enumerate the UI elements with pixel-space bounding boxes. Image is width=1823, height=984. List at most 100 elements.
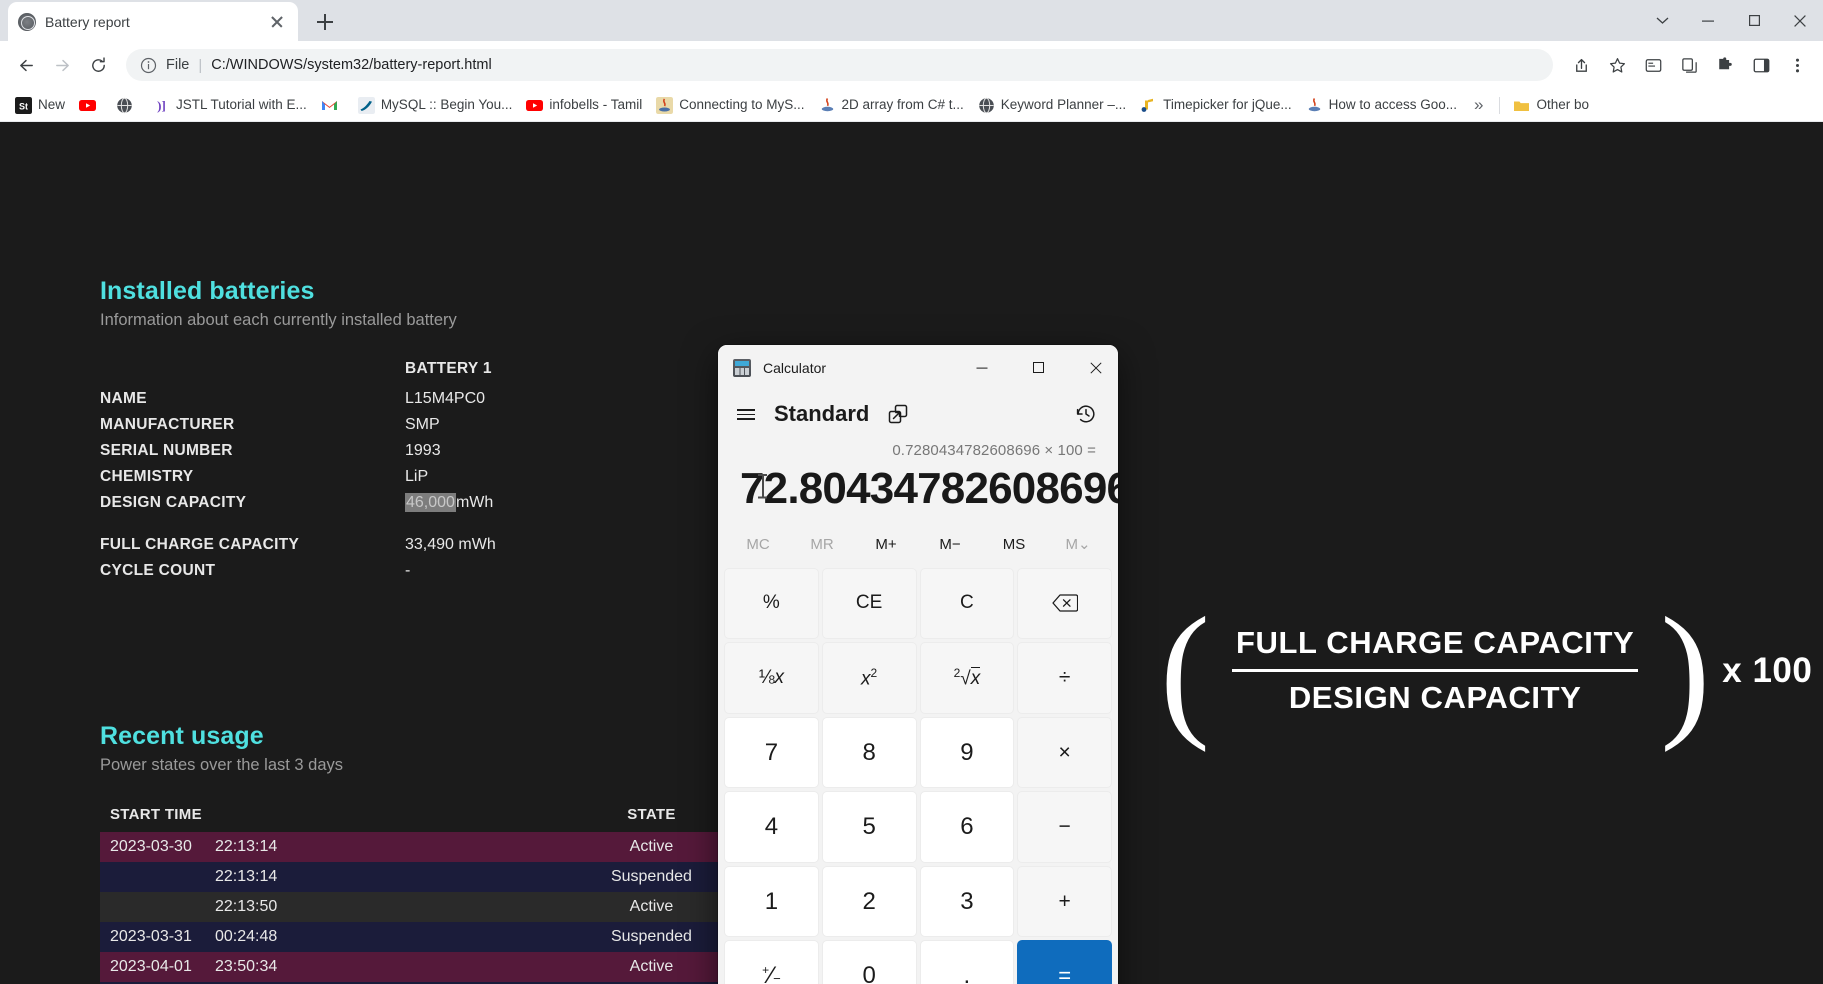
calculator-icon — [733, 359, 751, 377]
clear-button[interactable]: C — [920, 568, 1015, 640]
two-button[interactable]: 2 — [822, 866, 917, 938]
cell-date: 2023-03-31 — [110, 928, 215, 946]
tab-strip: Battery report — [0, 0, 1823, 41]
bookmark-item-keyword-planner[interactable]: Keyword Planner –... — [971, 94, 1133, 117]
open-paren: ( — [1160, 612, 1210, 729]
memory-store-button[interactable]: MS — [982, 525, 1046, 565]
calculator-title-bar[interactable]: Calculator — [718, 345, 1118, 390]
five-button[interactable]: 5 — [822, 791, 917, 863]
new-tab-button[interactable] — [310, 7, 340, 37]
eight-button[interactable]: 8 — [822, 717, 917, 789]
bookmark-item-infobells[interactable]: infobells - Tamil — [519, 94, 649, 117]
multiply-button[interactable]: × — [1017, 717, 1112, 789]
mysql-icon — [358, 97, 375, 114]
menu-dots-icon[interactable] — [1781, 49, 1813, 81]
reciprocal-button[interactable]: ⅛x — [724, 642, 819, 714]
backspace-button[interactable] — [1017, 568, 1112, 640]
bookmark-item-jstl[interactable]: )] JSTL Tutorial with E... — [146, 94, 314, 117]
seven-button[interactable]: 7 — [724, 717, 819, 789]
formula-multiplier: x 100 — [1722, 651, 1812, 691]
percent-button[interactable]: % — [724, 568, 819, 640]
clear-entry-button[interactable]: CE — [822, 568, 917, 640]
calculator-window-title: Calculator — [763, 360, 947, 376]
bookmark-item-new[interactable]: St New — [8, 94, 72, 117]
four-button[interactable]: 4 — [724, 791, 819, 863]
bookmark-item-mysql[interactable]: MySQL :: Begin You... — [351, 94, 520, 117]
bookmark-item-gmail[interactable] — [314, 94, 351, 117]
forward-arrow-icon[interactable] — [46, 49, 78, 81]
bookmark-item-2d-array[interactable]: 2D array from C# t... — [812, 94, 971, 117]
row-value: 46,000mWh — [405, 490, 496, 516]
minimize-icon[interactable] — [1685, 0, 1731, 41]
nine-button[interactable]: 9 — [920, 717, 1015, 789]
battery-column-header: BATTERY 1 — [405, 356, 496, 386]
java-icon — [819, 97, 836, 114]
subtract-button[interactable]: − — [1017, 791, 1112, 863]
copy-icon[interactable] — [1673, 49, 1705, 81]
table-row: BATTERY 1 — [100, 356, 496, 386]
cell-time: 22:13:14 — [215, 838, 277, 855]
maximize-icon[interactable] — [1731, 0, 1777, 41]
reading-list-icon[interactable] — [1637, 49, 1669, 81]
row-value: LiP — [405, 464, 496, 490]
bookmark-item-timepicker[interactable]: Timepicker for jQue... — [1133, 94, 1299, 117]
zero-button[interactable]: 0 — [822, 940, 917, 984]
square-root-button[interactable]: 2√x — [920, 642, 1015, 714]
three-button[interactable]: 3 — [920, 866, 1015, 938]
cell-time: 22:13:14 — [215, 868, 277, 885]
memory-dropdown-button[interactable]: M⌄ — [1046, 525, 1110, 565]
tab-title: Battery report — [45, 14, 257, 30]
memory-add-button[interactable]: M+ — [854, 525, 918, 565]
chevron-down-icon[interactable] — [1639, 0, 1685, 41]
row-label: FULL CHARGE CAPACITY — [100, 532, 405, 558]
extensions-puzzle-icon[interactable] — [1709, 49, 1741, 81]
browser-window: Battery report — [0, 0, 1823, 984]
six-button[interactable]: 6 — [920, 791, 1015, 863]
close-icon[interactable] — [1073, 345, 1118, 390]
square-button[interactable]: x2 — [822, 642, 917, 714]
maximize-icon[interactable] — [1016, 345, 1061, 390]
hamburger-icon[interactable] — [734, 402, 758, 426]
decimal-button[interactable]: . — [920, 940, 1015, 984]
calculator-result[interactable]: 72.80434782608696 — [740, 464, 1096, 515]
negate-button[interactable]: +⁄− — [724, 940, 819, 984]
page-subtitle: Information about each currently install… — [100, 311, 496, 330]
spacer-row — [100, 516, 496, 532]
sidepanel-icon[interactable] — [1745, 49, 1777, 81]
close-window-icon[interactable] — [1777, 0, 1823, 41]
memory-subtract-button[interactable]: M− — [918, 525, 982, 565]
cell-start-time: 2023-03-3100:24:48 — [100, 922, 534, 952]
selected-text-design-capacity[interactable]: 46,000 — [405, 493, 456, 512]
add-button[interactable]: + — [1017, 866, 1112, 938]
reload-icon[interactable] — [82, 49, 114, 81]
memory-clear-button[interactable]: MC — [726, 525, 790, 565]
other-bookmarks-button[interactable]: Other bo — [1506, 94, 1596, 117]
calculator-expression: 0.7280434782608696 × 100 = — [740, 442, 1096, 464]
bookmark-item-globe[interactable] — [109, 94, 146, 117]
equals-button[interactable]: = — [1017, 940, 1112, 984]
bookmark-star-icon[interactable] — [1601, 49, 1633, 81]
history-icon[interactable] — [1070, 398, 1102, 430]
minimize-icon[interactable] — [959, 345, 1004, 390]
bookmark-item-youtube-1[interactable] — [72, 94, 109, 117]
keep-on-top-icon[interactable] — [885, 401, 911, 427]
address-bar[interactable]: File | C:/WINDOWS/system32/battery-repor… — [126, 49, 1553, 81]
one-button[interactable]: 1 — [724, 866, 819, 938]
memory-recall-button[interactable]: MR — [790, 525, 854, 565]
bookmarks-overflow-button[interactable]: » — [1464, 95, 1493, 115]
bookmark-item-connecting-mysql[interactable]: Connecting to MyS... — [649, 94, 811, 117]
youtube-icon — [79, 97, 96, 114]
cell-date: 2023-04-01 — [110, 958, 215, 976]
divide-button[interactable]: ÷ — [1017, 642, 1112, 714]
st-icon: St — [15, 97, 32, 114]
share-icon[interactable] — [1565, 49, 1597, 81]
globe-icon — [116, 97, 133, 114]
bookmarks-bar: St New )] JSTL Tutorial with E... MySQL … — [0, 89, 1823, 122]
row-label: NAME — [100, 386, 405, 412]
calculator-result-value: 72.80434782608696 — [740, 464, 1118, 513]
close-icon[interactable] — [266, 11, 288, 33]
row-label: CHEMISTRY — [100, 464, 405, 490]
bookmark-item-how-to-access[interactable]: How to access Goo... — [1299, 94, 1464, 117]
browser-tab[interactable]: Battery report — [8, 2, 298, 41]
back-arrow-icon[interactable] — [10, 49, 42, 81]
